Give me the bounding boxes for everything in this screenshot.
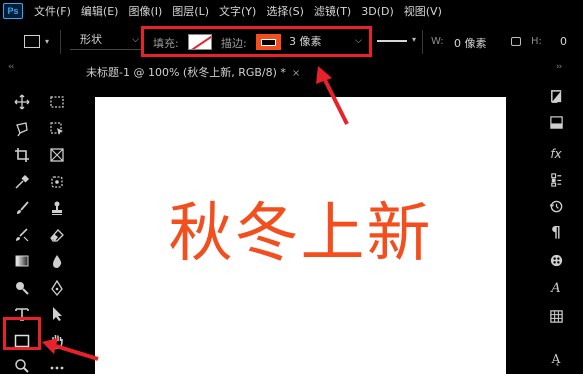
document-tab[interactable]: 未标题-1 @ 100% (秋冬上新, RGB/8) * ×	[77, 62, 309, 84]
spot-heal-icon[interactable]	[47, 172, 67, 192]
table-icon[interactable]	[548, 308, 564, 324]
menu-layer[interactable]: 图层(L)	[172, 3, 209, 19]
photoshop-logo: Ps	[3, 3, 23, 19]
paragraph-icon[interactable]: ¶	[548, 223, 564, 241]
color-icon[interactable]	[548, 88, 564, 104]
lasso-icon[interactable]	[12, 119, 32, 139]
fx-icon[interactable]: fx	[548, 146, 564, 162]
menu-edit[interactable]: 编辑(E)	[81, 3, 119, 19]
height-input[interactable]: 0	[560, 35, 567, 48]
document-canvas[interactable]: 秋冬上新	[95, 97, 506, 374]
document-tab-title: 未标题-1 @ 100% (秋冬上新, RGB/8) *	[86, 66, 286, 79]
width-label: W:	[431, 36, 444, 47]
menu-bar: Ps 文件(F) 编辑(E) 图像(I) 图层(L) 文字(Y) 选择(S) 滤…	[0, 0, 583, 22]
collapse-icon[interactable]: ‹‹	[8, 62, 14, 72]
menu-filter[interactable]: 滤镜(T)	[314, 3, 351, 19]
tool-mode-value: 形状	[80, 33, 102, 46]
menu-view[interactable]: 视图(V)	[404, 3, 442, 19]
stamp-icon[interactable]	[47, 198, 67, 218]
path-select-icon[interactable]	[47, 304, 67, 324]
rectangle-tool-highlight	[3, 317, 41, 350]
chevron-down-icon[interactable]: ▾	[412, 35, 416, 44]
eraser-icon[interactable]	[47, 225, 67, 245]
width-input[interactable]: 0 像素	[454, 35, 487, 51]
tool-preset-icon[interactable]	[24, 35, 40, 48]
hand-icon[interactable]	[47, 331, 67, 351]
close-icon[interactable]: ×	[292, 68, 300, 79]
zoom-icon[interactable]	[12, 356, 32, 374]
tool-mode-select[interactable]: 形状 ⌵	[70, 31, 142, 50]
dodge-icon[interactable]	[12, 278, 32, 298]
adjustments-icon[interactable]	[548, 171, 564, 187]
divider	[422, 30, 423, 54]
blur-icon[interactable]	[47, 251, 67, 271]
menu-select[interactable]: 选择(S)	[266, 3, 304, 19]
menu-type[interactable]: 文字(Y)	[219, 3, 256, 19]
crop-icon[interactable]	[12, 145, 32, 165]
panels-dock: ›› fx ¶ A Ą	[540, 62, 583, 374]
menu-file[interactable]: 文件(F)	[34, 3, 71, 19]
brushes-icon[interactable]	[548, 252, 564, 268]
glyphs-icon[interactable]: Ą	[548, 351, 564, 367]
menu-3d[interactable]: 3D(D)	[361, 5, 394, 18]
fill-stroke-highlight	[141, 26, 372, 57]
brush-icon[interactable]	[12, 198, 32, 218]
character-icon[interactable]: A	[548, 280, 564, 296]
chevron-down-icon: ⌵	[132, 35, 139, 45]
marquee-icon[interactable]	[47, 92, 67, 112]
chevron-down-icon[interactable]: ▾	[45, 37, 49, 46]
canvas-text-layer: 秋冬上新	[168, 196, 433, 271]
gradient-icon[interactable]	[12, 251, 32, 271]
divider	[60, 30, 61, 54]
more-icon[interactable]	[47, 356, 67, 374]
history-brush-icon[interactable]	[12, 225, 32, 245]
menu-image[interactable]: 图像(I)	[128, 3, 162, 19]
link-icon[interactable]	[511, 37, 521, 46]
swatches-icon[interactable]	[548, 114, 564, 130]
eyedropper-icon[interactable]	[12, 172, 32, 192]
pen-icon[interactable]	[47, 278, 67, 298]
frame-icon[interactable]	[47, 145, 67, 165]
height-label: H:	[531, 36, 542, 47]
object-select-icon[interactable]	[47, 119, 67, 139]
move-icon[interactable]	[12, 92, 32, 112]
annotation-arrowhead-options	[316, 66, 332, 84]
stroke-type-select[interactable]	[377, 40, 407, 42]
history-icon[interactable]	[548, 198, 564, 214]
collapse-icon[interactable]: ››	[556, 62, 562, 72]
